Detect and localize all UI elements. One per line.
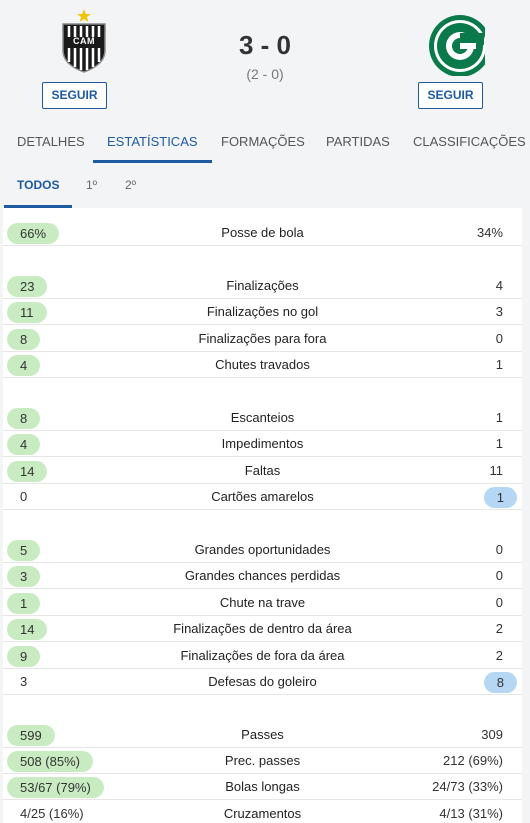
stat-label: Grandes chances perdidas bbox=[184, 568, 341, 583]
tab-classificacoes[interactable]: CLASSIFICAÇÕES bbox=[413, 120, 526, 163]
home-stat-value: 4/25 (16%) bbox=[20, 806, 84, 821]
away-stat-value: 2 bbox=[495, 621, 503, 636]
away-stat-value: 0 bbox=[495, 568, 503, 583]
away-stat-value: 11 bbox=[489, 463, 504, 478]
tab-partidas[interactable]: PARTIDAS bbox=[326, 120, 390, 163]
stat-label: Chutes travados bbox=[215, 357, 310, 372]
away-stat-value: 0 bbox=[495, 595, 503, 610]
period-tabs: TODOS 1º 2º bbox=[0, 163, 530, 208]
away-stat-value: 309 bbox=[481, 727, 503, 742]
stat-row: 23 Finalizações 4 bbox=[3, 273, 522, 299]
stat-row: 0 Cartões amarelos 1 bbox=[3, 484, 522, 510]
stat-row: 8 Finalizações para fora 0 bbox=[3, 326, 522, 352]
subtab-first-half[interactable]: 1º bbox=[86, 163, 97, 208]
home-stat-value: 3 bbox=[7, 566, 41, 587]
home-stat-value: 4 bbox=[7, 355, 41, 376]
stat-label: Defesas do goleiro bbox=[208, 674, 317, 689]
home-stat-value: 8 bbox=[7, 408, 41, 429]
home-stat-value: 4 bbox=[7, 434, 41, 455]
follow-away-button[interactable]: SEGUIR bbox=[418, 82, 483, 109]
away-stat-value: 212 (69%) bbox=[443, 753, 503, 768]
stat-label: Finalizações de dentro da área bbox=[173, 621, 352, 636]
away-stat-value: 0 bbox=[495, 542, 503, 557]
home-stat-value: 11 bbox=[7, 302, 47, 323]
home-stat-value: 1 bbox=[7, 593, 41, 614]
match-header: CAM SEGUIR SEGUIR 3 - 0 (2 - 0) bbox=[0, 0, 530, 120]
halftime-score: (2 - 0) bbox=[246, 66, 284, 82]
away-stat-value: 24/73 (33%) bbox=[432, 779, 503, 794]
stat-label: Faltas bbox=[244, 463, 281, 478]
tab-detalhes[interactable]: DETALHES bbox=[17, 120, 85, 163]
home-stat-value: 23 bbox=[7, 276, 48, 297]
home-stat-value: 508 (85%) bbox=[7, 751, 93, 772]
stat-label: Finalizações bbox=[226, 278, 299, 293]
stat-label: Finalizações no gol bbox=[206, 304, 319, 319]
tab-estatisticas[interactable]: ESTATÍSTICAS bbox=[93, 120, 211, 163]
stat-row: 5 Grandes oportunidades 0 bbox=[3, 537, 522, 563]
stat-row: 14 Finalizações de dentro da área 2 bbox=[3, 616, 522, 642]
stat-label: Finalizações para fora bbox=[198, 331, 327, 346]
stat-label: Passes bbox=[241, 727, 284, 742]
stat-label: Prec. passes bbox=[224, 753, 301, 768]
home-stat-value: 5 bbox=[7, 540, 41, 561]
home-stat-value: 9 bbox=[7, 646, 41, 667]
away-stat-value: 0 bbox=[495, 331, 503, 346]
stat-row: 53/67 (79%) Bolas longas 24/73 (33%) bbox=[3, 774, 522, 800]
away-stat-value: 3 bbox=[495, 304, 503, 319]
away-stat-value: 1 bbox=[495, 410, 503, 425]
home-stat-value: 66% bbox=[7, 223, 60, 244]
follow-home-button[interactable]: SEGUIR bbox=[42, 82, 107, 109]
home-stat-value: 14 bbox=[7, 461, 48, 482]
home-stat-value: 53/67 (79%) bbox=[7, 777, 104, 798]
subtab-todos[interactable]: TODOS bbox=[3, 163, 74, 208]
stat-row: 3 Grandes chances perdidas 0 bbox=[3, 563, 522, 589]
stat-label: Finalizações de fora da área bbox=[180, 648, 345, 663]
stat-row: 1 Chute na trave 0 bbox=[3, 590, 522, 616]
stats-list: 66% Posse de bola 34% 23 Finalizações 4 11 Fina… bbox=[3, 208, 522, 823]
away-stat-value: 1 bbox=[495, 436, 503, 451]
away-stat-value: 1 bbox=[495, 357, 503, 372]
stat-row: 4 Impedimentos 1 bbox=[3, 431, 522, 457]
stat-row: 508 (85%) Prec. passes 212 (69%) bbox=[3, 748, 522, 774]
stat-label: Escanteios bbox=[230, 410, 295, 425]
away-stat-value: 8 bbox=[483, 672, 517, 693]
subtab-second-half[interactable]: 2º bbox=[125, 163, 136, 208]
away-stat-value: 4 bbox=[495, 278, 503, 293]
stat-row: 4 Chutes travados 1 bbox=[3, 352, 522, 378]
away-stat-value: 2 bbox=[495, 648, 503, 663]
stat-label: Bolas longas bbox=[225, 779, 300, 794]
away-stat-value: 4/13 (31%) bbox=[439, 806, 503, 821]
tab-formacoes[interactable]: FORMAÇÕES bbox=[221, 120, 305, 163]
home-stat-value: 8 bbox=[7, 329, 41, 350]
stat-row: 4/25 (16%) Cruzamentos 4/13 (31%) bbox=[3, 801, 522, 823]
away-stat-value: 1 bbox=[483, 487, 517, 508]
stat-row: 599 Passes 309 bbox=[3, 722, 522, 748]
home-stat-value: 599 bbox=[7, 725, 55, 746]
home-stat-value: 3 bbox=[20, 674, 28, 689]
stat-row: 3 Defesas do goleiro 8 bbox=[3, 669, 522, 695]
stat-label: Grandes oportunidades bbox=[194, 542, 331, 557]
away-stat-value: 34% bbox=[476, 225, 503, 240]
home-stat-value: 14 bbox=[7, 619, 48, 640]
match-tabs: DETALHES ESTATÍSTICAS FORMAÇÕES PARTIDAS… bbox=[0, 120, 530, 163]
stat-row: 8 Escanteios 1 bbox=[3, 405, 522, 431]
stat-label: Posse de bola bbox=[221, 225, 304, 240]
stat-label: Cruzamentos bbox=[223, 806, 302, 821]
stat-row: 9 Finalizações de fora da área 2 bbox=[3, 643, 522, 669]
stat-label: Impedimentos bbox=[221, 436, 304, 451]
stat-row: 66% Posse de bola 34% bbox=[3, 220, 522, 246]
stat-row: 11 Finalizações no gol 3 bbox=[3, 299, 522, 325]
home-stat-value: 0 bbox=[20, 489, 28, 504]
stat-label: Chute na trave bbox=[219, 595, 306, 610]
stat-row: 14 Faltas 11 bbox=[3, 458, 522, 484]
match-score: 3 - 0 bbox=[238, 30, 292, 60]
stat-label: Cartões amarelos bbox=[211, 489, 314, 504]
